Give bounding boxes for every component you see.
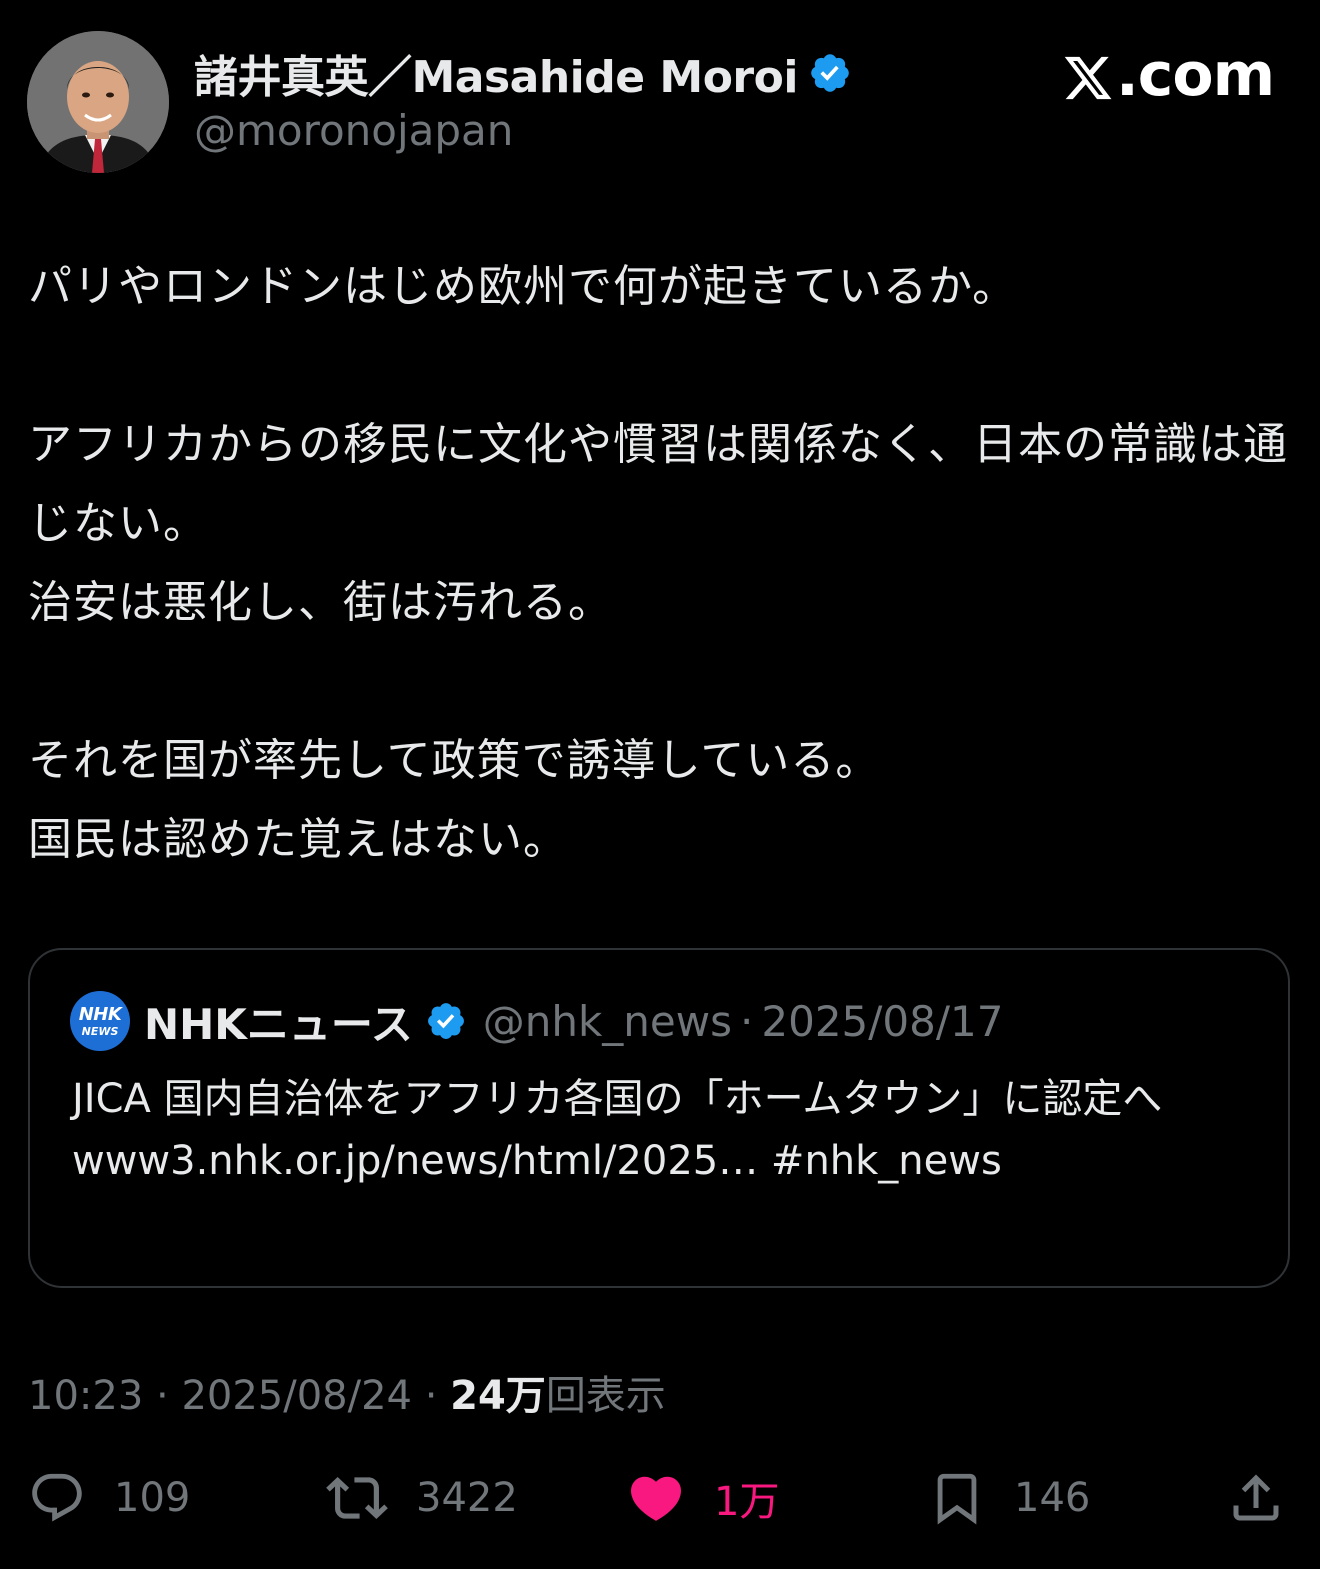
retweet-button[interactable]: 3422: [326, 1460, 518, 1536]
tweet-text: パリやロンドンはじめ欧州で何が起きているか。 アフリカからの移民に文化や慣習は関…: [28, 261, 1288, 865]
quoted-date[interactable]: 2025/08/17: [761, 997, 1003, 1046]
tweet-time[interactable]: 10:23: [28, 1373, 143, 1419]
bookmark-button[interactable]: 146: [928, 1460, 1090, 1536]
verified-badge-icon: [808, 51, 852, 95]
reply-icon: [32, 1473, 82, 1522]
nhk-news-avatar[interactable]: NHK NEWS: [70, 991, 130, 1051]
author-handle[interactable]: @moronojapan: [194, 106, 513, 155]
author-avatar[interactable]: [27, 31, 169, 173]
x-com-watermark: .com: [1062, 40, 1275, 110]
quoted-display-name[interactable]: NHKニュース: [144, 991, 413, 1052]
quoted-tweet-text: JICA 国内自治体をアフリカ各国の「ホームタウン」に認定へ www3.nhk.…: [72, 1076, 1163, 1184]
nhk-avatar-line2: NEWS: [81, 1024, 119, 1038]
retweet-count: 3422: [416, 1475, 518, 1521]
meta-separator: ·: [143, 1373, 182, 1419]
x-com-text: .com: [1116, 40, 1275, 110]
share-button[interactable]: [1226, 1460, 1286, 1536]
views-count: 24万: [450, 1373, 546, 1419]
quoted-tweet-header: NHK NEWS NHKニュース @nhk_news · 2025/08/17: [70, 990, 1003, 1052]
bookmark-count: 146: [1014, 1475, 1091, 1521]
like-button[interactable]: 1万: [626, 1460, 779, 1536]
heart-filled-icon: [630, 1476, 682, 1521]
tweet-meta: 10:23 · 2025/08/24 · 24万回表示: [28, 1363, 666, 1421]
avatar-photo: [27, 31, 169, 173]
reply-button[interactable]: 109: [28, 1460, 190, 1536]
bookmark-icon: [937, 1473, 977, 1525]
share-icon: [1233, 1474, 1279, 1521]
meta-separator: ·: [411, 1373, 451, 1419]
tweet-date[interactable]: 2025/08/24: [181, 1373, 412, 1419]
quoted-separator: ·: [740, 996, 754, 1046]
retweet-icon: [326, 1477, 388, 1519]
author-name-row[interactable]: 諸井真英／Masahide Moroi: [194, 41, 852, 105]
nhk-avatar-line1: NHK: [78, 1003, 122, 1025]
like-count: 1万: [714, 1479, 780, 1525]
reply-count: 109: [114, 1475, 191, 1521]
action-bar: 109 3422 1万 146: [0, 1460, 1320, 1536]
views-label: 回表示: [545, 1373, 666, 1419]
quoted-handle[interactable]: @nhk_news: [483, 997, 732, 1046]
quoted-verified-badge-icon: [425, 1000, 467, 1042]
quoted-tweet-card[interactable]: NHK NEWS NHKニュース @nhk_news · 2025/08/17 …: [28, 948, 1290, 1288]
x-logo-icon: [1062, 49, 1114, 101]
author-display-name[interactable]: 諸井真英／Masahide Moroi: [194, 41, 798, 105]
